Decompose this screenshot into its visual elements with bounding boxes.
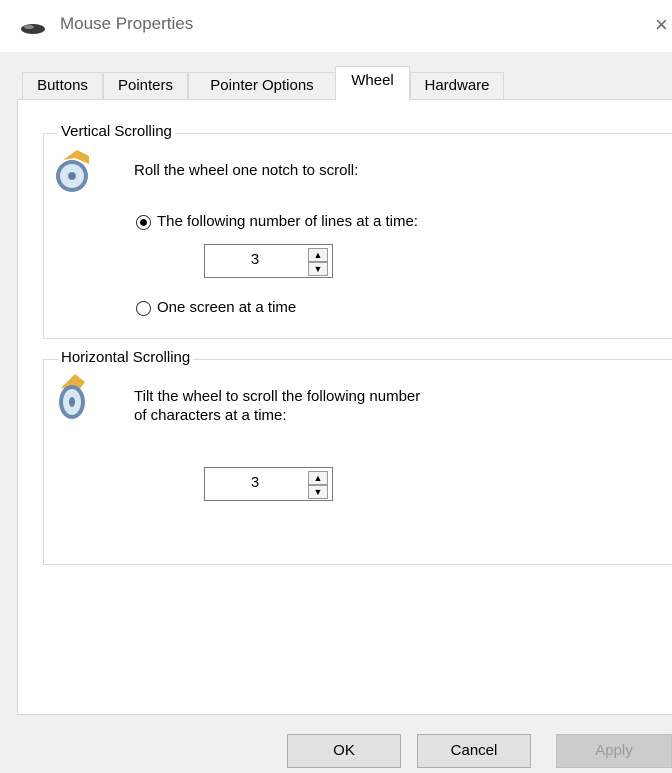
lines-spinbox[interactable]: 3 ▲ ▼ (204, 244, 333, 278)
tab-strip: Buttons Pointers Pointer Options Wheel H… (0, 64, 672, 101)
apply-button[interactable]: Apply (556, 734, 672, 768)
one-screen-label: One screen at a time (157, 299, 297, 316)
vertical-instruction: Roll the wheel one notch to scroll: (134, 162, 359, 179)
vertical-scrolling-group: Vertical Scrolling Roll the wheel one no… (43, 123, 672, 339)
lines-spin-up-icon[interactable]: ▲ (308, 248, 328, 262)
characters-spin-up-icon[interactable]: ▲ (308, 471, 328, 485)
tab-hardware[interactable]: Hardware (410, 72, 504, 99)
mouse-icon (21, 24, 45, 34)
cancel-button[interactable]: Cancel (417, 734, 531, 768)
horizontal-instruction-line1: Tilt the wheel to scroll the following n… (134, 388, 421, 405)
horizontal-instruction-line2: of characters at a time: (134, 407, 287, 424)
horizontal-scrolling-group: Horizontal Scrolling Tilt the wheel to s… (43, 349, 672, 565)
lines-at-a-time-label: The following number of lines at a time: (157, 213, 418, 230)
wheel-tab-panel: Vertical Scrolling Roll the wheel one no… (17, 99, 672, 715)
close-button[interactable]: × (655, 12, 668, 38)
ok-button[interactable]: OK (287, 734, 401, 768)
characters-spin-down-icon[interactable]: ▼ (308, 485, 328, 499)
lines-spin-down-icon[interactable]: ▼ (308, 262, 328, 276)
horizontal-scrolling-legend: Horizontal Scrolling (58, 349, 194, 366)
mouse-wheel-icon (56, 150, 89, 192)
lines-at-a-time-radio[interactable] (136, 215, 151, 230)
one-screen-radio[interactable] (136, 301, 151, 316)
vertical-scrolling-legend: Vertical Scrolling (58, 123, 175, 140)
tab-pointers[interactable]: Pointers (103, 72, 188, 99)
lines-value[interactable]: 3 (205, 251, 305, 268)
window-title: Mouse Properties (60, 14, 194, 33)
characters-spinbox[interactable]: 3 ▲ ▼ (204, 467, 333, 501)
mouse-wheel-icon (59, 374, 85, 419)
tab-pointer-options[interactable]: Pointer Options (188, 72, 336, 99)
tab-wheel[interactable]: Wheel (335, 66, 410, 101)
title-bar: Mouse Properties × (0, 0, 672, 52)
tab-buttons[interactable]: Buttons (22, 72, 103, 99)
characters-value[interactable]: 3 (205, 474, 305, 491)
